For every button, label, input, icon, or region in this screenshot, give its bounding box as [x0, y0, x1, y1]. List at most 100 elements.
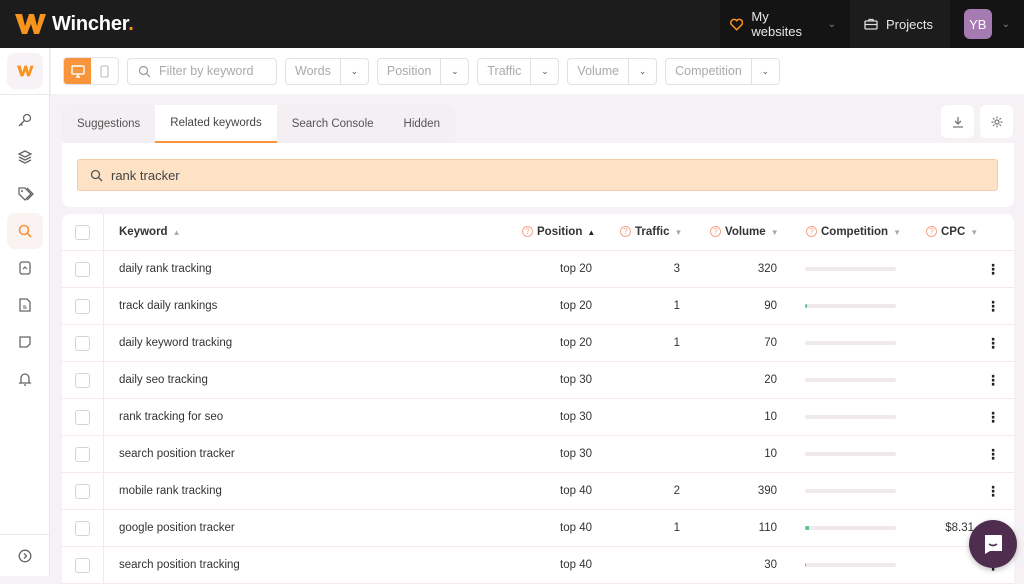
- select-all-checkbox[interactable]: [75, 224, 90, 240]
- chat-button[interactable]: [969, 520, 1017, 568]
- more-options-icon[interactable]: ⋮: [986, 335, 1000, 352]
- download-button[interactable]: [941, 105, 974, 138]
- help-icon[interactable]: ?: [926, 226, 937, 238]
- row-checkbox[interactable]: [75, 409, 90, 425]
- table-row[interactable]: rank tracking for seo top 30 10 ⋮: [62, 399, 1014, 436]
- row-checkbox[interactable]: [75, 372, 90, 388]
- competition-bar: [805, 489, 896, 493]
- sidebar-item-documents[interactable]: [7, 287, 43, 323]
- competition-dropdown[interactable]: Competition ⌄: [665, 57, 780, 85]
- table-row[interactable]: google position tracker top 40 1 110 $8.31: [62, 510, 1014, 547]
- more-options-icon[interactable]: ⋮: [986, 409, 1000, 426]
- tab-hidden[interactable]: Hidden: [389, 105, 455, 143]
- sort-asc-icon: ▲: [587, 228, 596, 237]
- settings-button[interactable]: [980, 105, 1013, 138]
- avatar[interactable]: YB: [964, 9, 992, 39]
- more-options-icon[interactable]: ⋮: [986, 298, 1000, 315]
- row-checkbox[interactable]: [75, 520, 90, 536]
- table-row[interactable]: daily rank tracking top 20 3 320 ⋮: [62, 251, 1014, 288]
- sidebar-expand-button[interactable]: [0, 534, 50, 576]
- chevron-down-icon: ⌄: [827, 18, 836, 30]
- row-checkbox[interactable]: [75, 261, 90, 277]
- header-position[interactable]: ? Position ▲: [522, 226, 595, 238]
- tags-icon: [17, 187, 34, 201]
- sidebar-logo[interactable]: [7, 53, 43, 89]
- traffic-dropdown[interactable]: Traffic ⌄: [477, 57, 560, 85]
- sidebar-item-keyword-research[interactable]: [7, 213, 43, 249]
- top-nav: My websites ⌄ Projects YB ⌄: [720, 0, 1024, 48]
- position-cell: top 40: [560, 559, 592, 571]
- table-header: Keyword ▲ ? Position ▲ ? Traffic ▼ ? Volume ▼ ?…: [62, 214, 1014, 251]
- competition-fill: [805, 563, 806, 567]
- row-checkbox[interactable]: [75, 557, 90, 573]
- keyword-cell: daily seo tracking: [119, 374, 208, 386]
- row-checkbox[interactable]: [75, 446, 90, 462]
- traffic-cell: 2: [673, 485, 680, 497]
- help-icon[interactable]: ?: [522, 226, 533, 238]
- keyword-cell: rank tracking for seo: [119, 411, 224, 423]
- sidebar-item-keywords[interactable]: [7, 102, 43, 138]
- competition-bar: [805, 526, 896, 530]
- gear-icon: [991, 116, 1002, 127]
- wincher-mark-icon: [16, 65, 34, 77]
- competition-bar: [805, 267, 896, 271]
- table-row[interactable]: search position trackingtop 4030⋮: [62, 547, 1014, 584]
- help-icon[interactable]: ?: [710, 226, 721, 238]
- header-keyword[interactable]: Keyword ▲: [119, 226, 181, 238]
- sidebar-item-groups[interactable]: [7, 139, 43, 175]
- search-icon: [138, 65, 151, 77]
- row-checkbox[interactable]: [75, 298, 90, 314]
- sidebar-item-notifications[interactable]: [7, 361, 43, 397]
- traffic-cell: 3: [673, 263, 680, 275]
- search-icon: [18, 224, 32, 238]
- volume-cell: 390: [757, 485, 777, 497]
- mobile-icon: [100, 64, 109, 78]
- header-cpc[interactable]: ? CPC ▼: [926, 226, 978, 238]
- heart-icon: [730, 18, 744, 31]
- header-volume[interactable]: ? Volume ▼: [710, 226, 779, 238]
- position-cell: top 20: [560, 263, 592, 275]
- desktop-button[interactable]: [64, 58, 91, 84]
- sidebar-item-reports[interactable]: [7, 250, 43, 286]
- words-dropdown[interactable]: Words ⌄: [285, 57, 369, 85]
- more-options-icon[interactable]: ⋮: [986, 483, 1000, 500]
- keyword-cell: mobile rank tracking: [119, 485, 222, 497]
- more-options-icon[interactable]: ⋮: [986, 372, 1000, 389]
- keyword-cell: search position tracking: [119, 559, 240, 571]
- table-row[interactable]: daily seo tracking top 30 20 ⋮: [62, 362, 1014, 399]
- filter-by-keyword-input[interactable]: Filter by keyword: [127, 57, 277, 85]
- competition-bar: [805, 563, 896, 567]
- keywords-table: Keyword ▲ ? Position ▲ ? Traffic ▼ ? Volume ▼ ?…: [62, 214, 1014, 584]
- tab-related-keywords[interactable]: Related keywords: [155, 105, 277, 143]
- help-icon[interactable]: ?: [620, 226, 631, 238]
- projects-menu[interactable]: Projects: [850, 0, 950, 48]
- mobile-button[interactable]: [91, 58, 118, 84]
- volume-cell: 30: [764, 559, 777, 571]
- table-row[interactable]: search position tracker top 30 10 ⋮: [62, 436, 1014, 473]
- position-dropdown[interactable]: Position ⌄: [376, 57, 470, 85]
- top-bar: Wincher. My websites ⌄ Projects YB ⌄: [0, 0, 1024, 48]
- volume-dropdown[interactable]: Volume ⌄: [567, 57, 658, 85]
- table-row[interactable]: daily keyword tracking top 20 1 70 ⋮: [62, 325, 1014, 362]
- wincher-logo[interactable]: Wincher.: [14, 11, 134, 37]
- sidebar-item-tags[interactable]: [7, 176, 43, 212]
- briefcase-icon: [864, 18, 878, 30]
- keyword-search-input[interactable]: rank tracker: [77, 159, 998, 191]
- row-checkbox[interactable]: [75, 335, 90, 351]
- header-competition[interactable]: ? Competition ▼: [806, 226, 901, 238]
- table-row[interactable]: mobile rank tracking top 40 2 390 ⋮: [62, 473, 1014, 510]
- row-checkbox[interactable]: [75, 483, 90, 499]
- tab-search-console[interactable]: Search Console: [277, 105, 389, 143]
- bell-icon: [18, 373, 32, 386]
- more-options-icon[interactable]: ⋮: [986, 261, 1000, 278]
- user-menu[interactable]: YB ⌄: [950, 0, 1024, 48]
- keyword-cell: search position tracker: [119, 448, 235, 460]
- header-traffic[interactable]: ? Traffic ▼: [620, 226, 682, 238]
- help-icon[interactable]: ?: [806, 226, 817, 238]
- sidebar-item-notes[interactable]: [7, 324, 43, 360]
- tab-suggestions[interactable]: Suggestions: [62, 105, 155, 143]
- keyword-cell: google position tracker: [119, 522, 235, 534]
- more-options-icon[interactable]: ⋮: [986, 446, 1000, 463]
- my-websites-menu[interactable]: My websites ⌄: [720, 0, 850, 48]
- table-row[interactable]: track daily rankings top 20 1 90 ⋮: [62, 288, 1014, 325]
